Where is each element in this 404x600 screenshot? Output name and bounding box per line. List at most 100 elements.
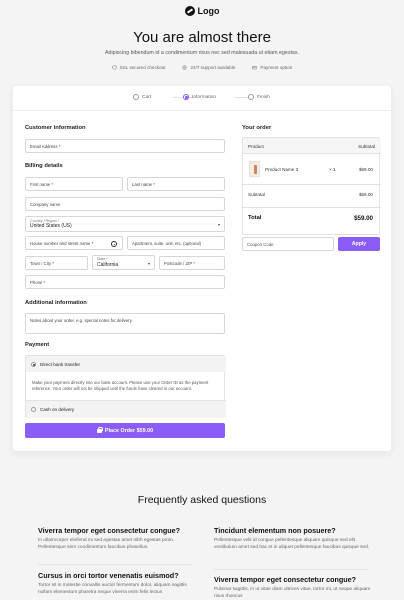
feature-payment: Payment option <box>252 65 292 70</box>
step-label: Cart <box>142 94 152 100</box>
email-field[interactable]: Email Address * <box>25 139 225 153</box>
faq-question: Viverra tempor eget consectetur congue? <box>214 575 357 584</box>
faq-title: Frequently asked questions <box>137 494 267 506</box>
city-placeholder: Town / City * <box>30 260 54 266</box>
faq-question: Tincidunt elementum non posuere? <box>214 526 336 535</box>
address-field[interactable]: House number and street name * <box>25 236 123 250</box>
divider <box>13 110 391 111</box>
last-name-placeholder: Last name * <box>132 181 155 187</box>
row-divider <box>243 184 381 185</box>
apartment-field[interactable]: Apartment, suite, unit, etc. (optional) <box>127 236 225 250</box>
payment-heading: Payment <box>25 342 50 348</box>
location-icon[interactable] <box>111 241 117 247</box>
product-price: $59.00 <box>358 167 373 172</box>
faq-item[interactable]: Cursus in orci tortor venenatis euismod?… <box>38 571 198 596</box>
billing-heading: Billing details <box>25 163 63 169</box>
col-subtotal: Subtotal <box>358 144 375 149</box>
faq-answer: Tortor sit in molestie convallis auctor … <box>38 583 187 595</box>
payment-option-label: Cash on delivery <box>40 407 75 412</box>
order-heading: Your order <box>242 125 272 131</box>
step-dot <box>133 94 139 100</box>
total-value: $59.00 <box>354 215 373 222</box>
step-cart[interactable]: Cart <box>133 94 151 100</box>
step-information[interactable]: Information <box>183 94 216 100</box>
state-value: California <box>97 261 119 268</box>
feature-label: Payment option <box>260 65 293 70</box>
faq-answer: Pulvinar sagittis, in ut vitae diam ultr… <box>214 587 371 599</box>
country-select[interactable]: Country / Region * United States (US) ▾ <box>25 216 225 232</box>
logo-text: Logo <box>197 6 220 16</box>
shield-icon <box>111 65 117 70</box>
product-thumbnail[interactable] <box>249 161 260 177</box>
email-placeholder: Email Address * <box>30 143 61 149</box>
payment-methods: Direct bank transfer Make your payment d… <box>25 355 226 418</box>
faq-item[interactable]: Viverra tempor eget consectetur congue? … <box>38 526 198 551</box>
feature-support: 24/7 support available <box>182 65 235 70</box>
company-placeholder: Company name <box>30 201 61 207</box>
place-order-label: Place Order $59.00 <box>104 427 154 434</box>
state-select[interactable]: State * California ▾ <box>92 255 155 270</box>
page-title: You are almost there <box>133 29 271 46</box>
support-icon <box>182 65 188 70</box>
total-label: Total <box>248 215 262 221</box>
product-name: Product Name 3 <box>265 167 299 172</box>
page-header: Logo You are almost there Adipiscing bib… <box>0 0 404 84</box>
logo[interactable]: Logo <box>0 6 404 16</box>
step-finish[interactable]: Finish <box>248 94 270 100</box>
faq-item[interactable]: Tincidunt elementum non posuere? Pellent… <box>214 526 374 551</box>
coupon-placeholder: Coupon Code <box>247 241 274 247</box>
first-name-placeholder: First name * <box>30 181 54 187</box>
faq-question: Cursus in orci tortor venenatis euismod? <box>38 571 179 580</box>
payment-option-bank[interactable]: Direct bank transfer <box>26 356 226 372</box>
faq-answer: Pellentesque velit id congue pellentesqu… <box>214 538 370 550</box>
subtotal-label: Subtotal <box>248 192 265 197</box>
chevron-down-icon: ▾ <box>147 261 150 266</box>
checkout-steps: Cart Information Finish <box>13 94 391 104</box>
faq-divider <box>214 569 368 570</box>
faq-item[interactable]: Viverra tempor eget consectetur congue? … <box>214 575 374 600</box>
faq-divider <box>38 564 192 565</box>
lock-icon <box>96 426 103 433</box>
page-subtitle: Adipiscing bibendum id a condimentum ris… <box>104 50 300 56</box>
payment-option-label: Direct bank transfer <box>40 361 81 367</box>
product-qty: × 1 <box>329 167 336 172</box>
step-dot <box>248 94 254 100</box>
faq-answer: In ullamcorper eleifend mi sed egestas a… <box>38 538 174 550</box>
faq-question: Viverra tempor eget consectetur congue? <box>38 526 181 535</box>
company-field[interactable]: Company name <box>25 197 225 211</box>
phone-placeholder: Phone * <box>30 279 46 285</box>
order-table-header: Product Subtotal <box>243 138 381 154</box>
step-dot-active <box>183 94 189 100</box>
order-notes-field[interactable]: Notes about your order, e.g. special not… <box>25 313 225 334</box>
apply-coupon-button[interactable]: Apply <box>338 237 380 251</box>
feature-label: SSL secured checkout <box>119 65 166 70</box>
postcode-field[interactable]: Postcode / ZIP * <box>159 256 225 270</box>
row-divider <box>243 207 381 208</box>
customer-heading: Customer information <box>25 125 86 131</box>
step-label: Finish <box>257 94 270 100</box>
first-name-field[interactable]: First name * <box>25 177 123 191</box>
country-value: United States (US) <box>30 223 72 230</box>
card-icon <box>252 66 258 70</box>
postcode-placeholder: Postcode / ZIP * <box>164 260 195 266</box>
order-summary-table: Product Subtotal Product Name 3 × 1 $59.… <box>242 137 381 235</box>
place-order-button[interactable]: Place Order $59.00 <box>25 423 225 438</box>
city-field[interactable]: Town / City * <box>25 256 88 270</box>
coupon-input[interactable]: Coupon Code <box>242 237 334 251</box>
radio-selected[interactable] <box>31 361 36 367</box>
checkout-card: Cart Information Finish Customer informa… <box>13 86 391 451</box>
payment-option-cod[interactable]: Cash on delivery <box>26 400 226 418</box>
notes-placeholder: Notes about your order, e.g. special not… <box>30 318 133 323</box>
logo-mark-icon <box>184 6 195 16</box>
apartment-placeholder: Apartment, suite, unit, etc. (optional) <box>132 240 202 246</box>
radio-unselected[interactable] <box>31 407 36 412</box>
phone-field[interactable]: Phone * <box>25 275 225 289</box>
feature-label: 24/7 support available <box>190 65 236 70</box>
subtotal-value: $59.00 <box>358 192 373 197</box>
last-name-field[interactable]: Last name * <box>127 177 225 191</box>
col-product: Product <box>248 144 264 149</box>
chevron-down-icon: ▾ <box>217 222 220 227</box>
additional-heading: Additional information <box>25 300 87 306</box>
payment-description: Make your payment directly into our bank… <box>32 380 209 391</box>
feature-ssl: SSL secured checkout <box>111 65 166 70</box>
